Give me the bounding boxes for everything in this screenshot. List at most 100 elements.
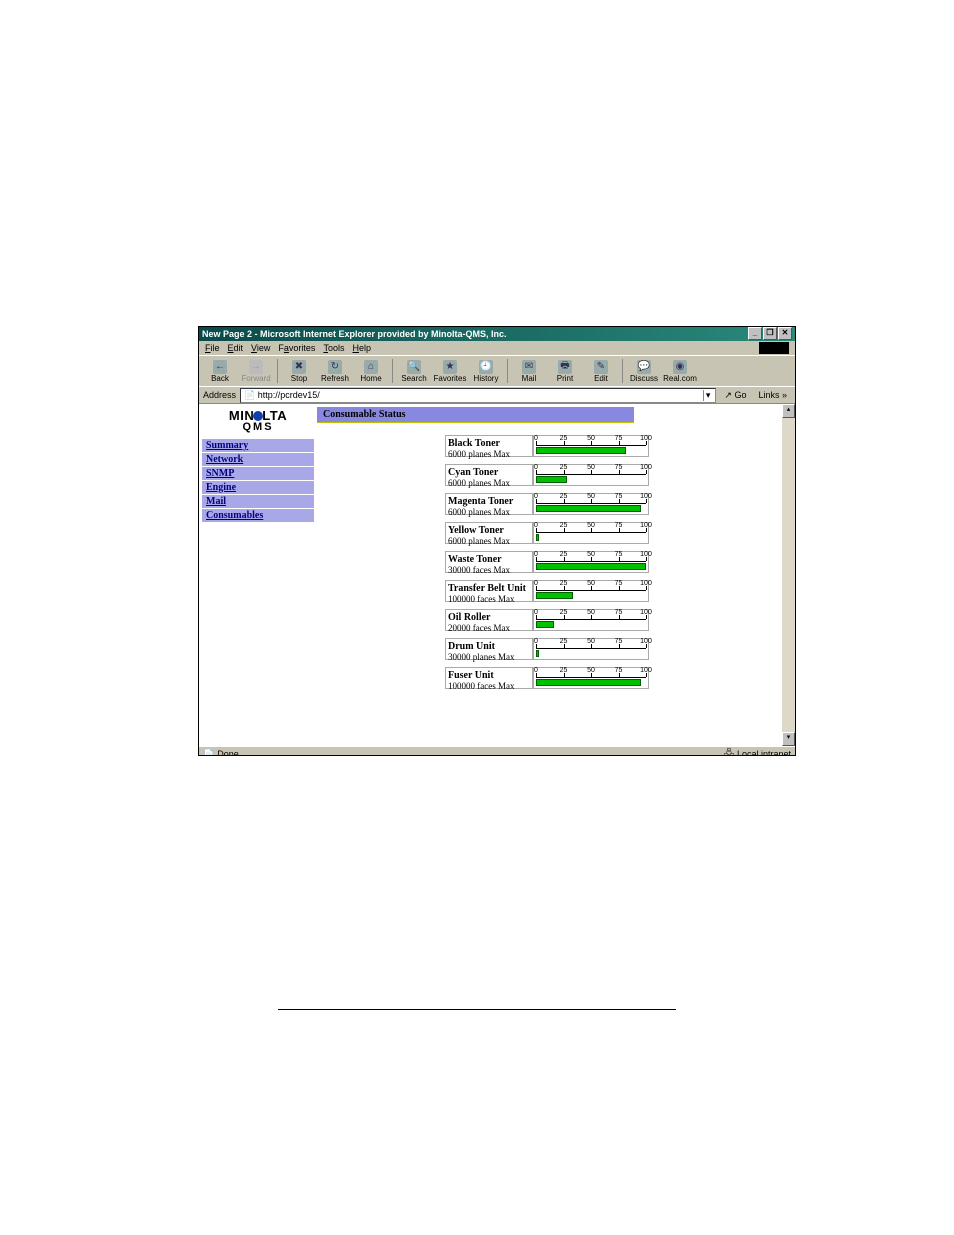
toolbar-separator xyxy=(277,359,278,383)
scale-tick-label: 50 xyxy=(587,493,595,500)
favorites-button[interactable]: ★Favorites xyxy=(433,360,467,383)
scroll-track[interactable] xyxy=(782,418,795,732)
history-button[interactable]: 🕘History xyxy=(469,360,503,383)
consumable-max: 6000 planes Max xyxy=(448,536,510,546)
scroll-up-icon[interactable]: ▴ xyxy=(782,404,795,418)
back-button[interactable]: ←Back xyxy=(203,360,237,383)
consumable-max: 100000 faces Max xyxy=(448,681,514,691)
consumable-gauge: 0255075100 xyxy=(533,551,649,573)
page-footer-rule xyxy=(278,1009,676,1010)
mail-button[interactable]: ✉Mail xyxy=(512,360,546,383)
scale-tick-label: 50 xyxy=(587,435,595,442)
discuss-button[interactable]: 💬Discuss xyxy=(627,360,661,383)
scroll-down-icon[interactable]: ▾ xyxy=(782,732,795,746)
titlebar: New Page 2 - Microsoft Internet Explorer… xyxy=(199,327,795,341)
scale-tick-label: 0 xyxy=(534,551,538,558)
consumable-label: Cyan Toner6000 planes Max xyxy=(445,464,533,486)
minimize-button[interactable]: _ xyxy=(748,327,762,340)
consumable-name: Transfer Belt Unit xyxy=(448,583,530,594)
search-icon: 🔍 xyxy=(407,360,421,374)
scale-tick-label: 50 xyxy=(587,667,595,674)
consumable-name: Black Toner xyxy=(448,438,530,449)
scale-tick-label: 100 xyxy=(640,638,652,645)
scale-tick-label: 0 xyxy=(534,464,538,471)
gauge-track xyxy=(536,621,646,628)
consumable-name: Yellow Toner xyxy=(448,525,530,536)
toolbar: ←Back →Forward ✖Stop ↻Refresh ⌂Home 🔍Sea… xyxy=(199,355,795,386)
consumable-max: 30000 faces Max xyxy=(448,565,510,575)
realcom-icon: ◉ xyxy=(673,360,687,374)
gauge-track xyxy=(536,650,646,657)
scale-tick-label: 50 xyxy=(587,638,595,645)
scale-tick-label: 0 xyxy=(534,522,538,529)
nav-engine[interactable]: Engine xyxy=(202,481,314,494)
menu-tools[interactable]: Tools xyxy=(323,343,344,353)
gauge-fill xyxy=(536,621,554,628)
scale-tick-label: 25 xyxy=(560,667,568,674)
consumable-row: Magenta Toner6000 planes Max0255075100 xyxy=(445,493,782,515)
ie-logo-icon xyxy=(759,342,789,354)
nav-snmp[interactable]: SNMP xyxy=(202,467,314,480)
nav-consumables[interactable]: Consumables xyxy=(202,509,314,522)
menu-file[interactable]: File xyxy=(205,343,220,353)
home-button[interactable]: ⌂Home xyxy=(354,360,388,383)
address-label: Address xyxy=(203,390,236,400)
refresh-button[interactable]: ↻Refresh xyxy=(318,360,352,383)
discuss-icon: 💬 xyxy=(637,360,651,374)
realcom-button[interactable]: ◉Real.com xyxy=(663,360,697,383)
history-icon: 🕘 xyxy=(479,360,493,374)
page-content: MINLTA QMS Summary Network SNMP Engine M… xyxy=(199,403,795,746)
stop-icon: ✖ xyxy=(292,360,306,374)
nav-mail[interactable]: Mail xyxy=(202,495,314,508)
menu-edit[interactable]: Edit xyxy=(228,343,244,353)
maximize-button[interactable]: ❐ xyxy=(763,327,777,340)
scale-tick-label: 0 xyxy=(534,638,538,645)
edit-button[interactable]: ✎Edit xyxy=(584,360,618,383)
window-title: New Page 2 - Microsoft Internet Explorer… xyxy=(202,327,507,341)
scale-tick-label: 0 xyxy=(534,580,538,587)
toolbar-separator xyxy=(507,359,508,383)
scale-tick-label: 100 xyxy=(640,464,652,471)
consumable-gauge: 0255075100 xyxy=(533,435,649,457)
links-button[interactable]: Links » xyxy=(754,390,791,400)
forward-button[interactable]: →Forward xyxy=(239,360,273,383)
address-input[interactable]: 📄 http://pcrdev15/ ▾ xyxy=(240,388,716,403)
statusbar: 📄 Done 🖧 Local intranet xyxy=(199,746,795,756)
gauge-fill xyxy=(536,592,573,599)
consumable-label: Fuser Unit100000 faces Max xyxy=(445,667,533,689)
scale-tick-label: 100 xyxy=(640,522,652,529)
stop-button[interactable]: ✖Stop xyxy=(282,360,316,383)
go-button[interactable]: ↗ Go xyxy=(720,390,750,401)
consumable-label: Transfer Belt Unit100000 faces Max xyxy=(445,580,533,602)
nav-network[interactable]: Network xyxy=(202,453,314,466)
scale-tick-label: 75 xyxy=(615,638,623,645)
browser-window: New Page 2 - Microsoft Internet Explorer… xyxy=(198,326,796,756)
scale-tick-label: 75 xyxy=(615,551,623,558)
scale-tick-label: 50 xyxy=(587,522,595,529)
menu-view[interactable]: View xyxy=(251,343,270,353)
scale-tick-label: 100 xyxy=(640,435,652,442)
scale-tick-label: 75 xyxy=(615,493,623,500)
consumable-gauge: 0255075100 xyxy=(533,464,649,486)
print-button[interactable]: 🖶Print xyxy=(548,360,582,383)
scale-tick-label: 50 xyxy=(587,580,595,587)
scale-tick-label: 100 xyxy=(640,580,652,587)
close-button[interactable]: ✕ xyxy=(778,327,792,340)
consumable-row: Yellow Toner6000 planes Max0255075100 xyxy=(445,522,782,544)
consumable-name: Magenta Toner xyxy=(448,496,530,507)
nav-summary[interactable]: Summary xyxy=(202,439,314,452)
forward-icon: → xyxy=(249,360,263,374)
gauge-track xyxy=(536,534,646,541)
menu-favorites[interactable]: Favorites xyxy=(278,343,315,353)
gauge-scale: 0255075100 xyxy=(536,495,646,504)
menu-help[interactable]: Help xyxy=(352,343,371,353)
address-dropdown-icon[interactable]: ▾ xyxy=(703,390,713,401)
scale-tick-label: 25 xyxy=(560,435,568,442)
consumable-label: Drum Unit30000 planes Max xyxy=(445,638,533,660)
status-text: Done xyxy=(217,749,239,756)
scale-tick-label: 50 xyxy=(587,609,595,616)
scale-tick-label: 0 xyxy=(534,667,538,674)
scale-tick-label: 75 xyxy=(615,667,623,674)
vertical-scrollbar[interactable]: ▴ ▾ xyxy=(782,404,795,746)
search-button[interactable]: 🔍Search xyxy=(397,360,431,383)
